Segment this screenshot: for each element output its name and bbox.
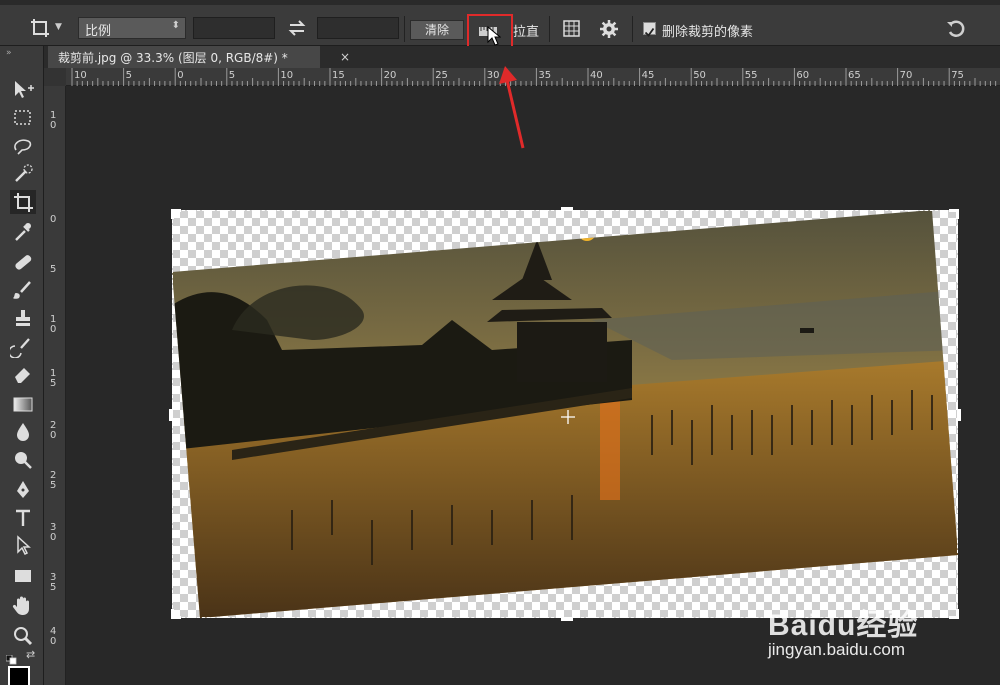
vertical-ruler[interactable]: 100510152025303540 <box>44 86 66 685</box>
ruler-label: 40 <box>590 70 603 81</box>
tools-panel: » ⇄ <box>0 46 44 685</box>
ruler-label: 0 <box>177 70 184 81</box>
watermark-url: jingyan.baidu.com <box>768 640 906 659</box>
brush-tool-icon[interactable] <box>10 278 36 302</box>
ruler-label: 0 <box>50 532 57 543</box>
foreground-color-swatch[interactable] <box>8 666 30 685</box>
zoom-tool-icon[interactable] <box>10 624 36 648</box>
swap-icon[interactable] <box>286 17 308 39</box>
ruler-label: 35 <box>538 70 552 81</box>
ruler-label: 55 <box>744 70 758 81</box>
gear-icon[interactable] <box>598 18 620 40</box>
ratio-select[interactable]: 比例 ⬍ <box>78 17 186 39</box>
lasso-tool-icon[interactable] <box>10 134 36 158</box>
options-bar: ▼ 比例 ⬍ 清除 拉直 删除裁剪的像素 <box>0 0 1000 62</box>
ruler-label: 75 <box>951 70 964 81</box>
move-tool-icon[interactable] <box>10 78 36 102</box>
ratio-select-value: 比例 <box>85 24 112 39</box>
grid-overlay-icon[interactable] <box>561 18 583 40</box>
document-tab-title: 裁剪前.jpg @ 33.3% (图层 0, RGB/8#) * <box>58 51 288 65</box>
quick-select-tool-icon[interactable] <box>10 162 36 186</box>
reset-icon[interactable] <box>944 17 968 41</box>
ruler-label: 0 <box>50 214 57 225</box>
swap-colors-icon[interactable]: ⇄ <box>26 648 35 661</box>
clone-stamp-icon[interactable] <box>10 306 36 330</box>
ruler-label: 25 <box>435 70 448 81</box>
crop-region[interactable] <box>172 210 958 618</box>
eraser-tool-icon[interactable] <box>10 362 36 386</box>
ruler-label: 0 <box>50 430 57 441</box>
ruler-label: 10 <box>74 70 87 81</box>
ruler-label: 5 <box>228 70 236 81</box>
path-select-icon[interactable] <box>10 534 36 558</box>
chevron-updown-icon: ⬍ <box>171 20 180 31</box>
height-field[interactable] <box>317 17 399 39</box>
ruler-label: 0 <box>50 120 57 131</box>
ruler-label: 20 <box>383 70 397 81</box>
delete-pixels-label[interactable]: 删除裁剪的像素 <box>662 21 753 40</box>
hand-tool-icon[interactable] <box>10 594 36 618</box>
separator <box>549 16 550 42</box>
rectangle-tool-icon[interactable] <box>10 564 36 588</box>
separator <box>632 16 633 42</box>
tool-preset-chevron-icon[interactable]: ▼ <box>55 22 62 32</box>
eyedropper-tool-icon[interactable] <box>10 220 36 244</box>
pen-tool-icon[interactable] <box>10 478 36 502</box>
ruler-label: 15 <box>332 70 345 81</box>
clear-button[interactable]: 清除 <box>410 20 464 40</box>
crop-tool-icon[interactable] <box>10 190 36 214</box>
ruler-label: 5 <box>50 264 57 275</box>
ruler-label: 50 <box>693 70 706 81</box>
collapse-icon[interactable]: » <box>6 48 12 58</box>
straighten-label[interactable]: 拉直 <box>513 21 539 40</box>
history-brush-icon[interactable] <box>8 334 36 359</box>
ruler-label: 0 <box>50 324 57 335</box>
ruler-label: 70 <box>899 70 913 81</box>
delete-pixels-checkbox[interactable] <box>643 22 656 37</box>
ruler-origin[interactable] <box>44 68 66 86</box>
ruler-label: 5 <box>125 70 132 81</box>
blur-tool-icon[interactable] <box>10 420 36 444</box>
ruler-label: 5 <box>50 582 57 593</box>
ruler-label: 5 <box>50 378 57 389</box>
ruler-label: 5 <box>50 480 57 491</box>
marquee-tool-icon[interactable] <box>10 106 36 130</box>
document-tab[interactable]: 裁剪前.jpg @ 33.3% (图层 0, RGB/8#) * <box>48 46 320 68</box>
photoshop-window: ▼ 比例 ⬍ 清除 拉直 删除裁剪的像素 » ⇄ 裁剪前.jpg @ 33.3%… <box>0 0 1000 685</box>
separator <box>404 16 405 42</box>
type-tool-icon[interactable] <box>10 506 36 530</box>
dodge-tool-icon[interactable] <box>10 448 36 472</box>
ruler-label: 45 <box>641 70 655 81</box>
ruler-label: 10 <box>280 70 294 81</box>
ruler-label: 65 <box>848 70 861 81</box>
ruler-label: 0 <box>50 636 57 647</box>
landscape-photo <box>172 210 958 618</box>
crop-tool-icon[interactable] <box>28 16 52 40</box>
title-strip <box>0 0 1000 5</box>
close-icon[interactable]: × <box>340 50 350 64</box>
annotation-arrow-icon <box>499 66 525 149</box>
gradient-tool-icon[interactable] <box>10 392 36 416</box>
width-field[interactable] <box>193 17 275 39</box>
ruler-label: 60 <box>796 70 810 81</box>
healing-brush-icon[interactable] <box>10 250 36 274</box>
default-colors-icon[interactable] <box>5 650 18 665</box>
watermark-brand: Baidu经验 <box>768 609 919 642</box>
